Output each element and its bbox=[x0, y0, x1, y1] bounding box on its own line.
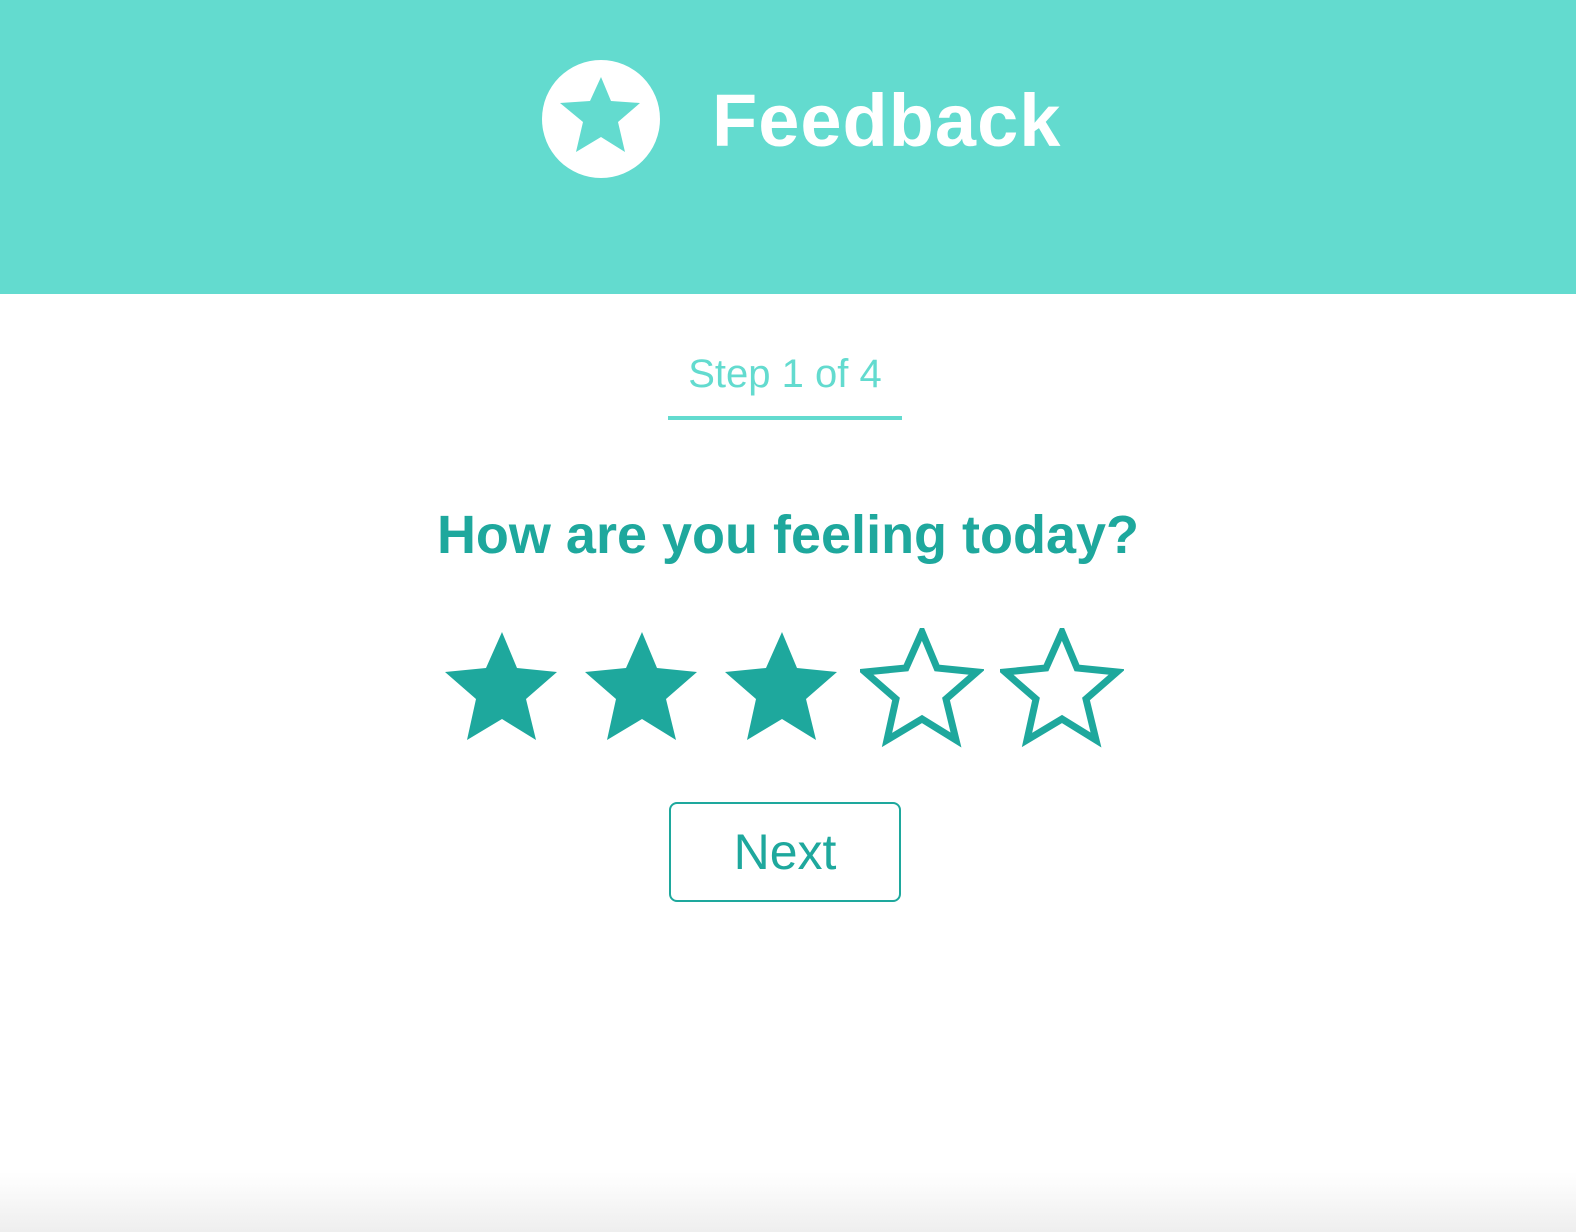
header-banner: Feedback bbox=[0, 0, 1576, 294]
step-underline bbox=[668, 416, 902, 420]
star-icon bbox=[560, 77, 640, 152]
star-outline-icon[interactable] bbox=[1000, 628, 1124, 748]
star-filled-icon[interactable] bbox=[580, 628, 704, 748]
next-button[interactable]: Next bbox=[669, 802, 901, 902]
star-rating[interactable] bbox=[440, 628, 1140, 748]
star-outline-icon[interactable] bbox=[860, 628, 984, 748]
star-filled-icon[interactable] bbox=[720, 628, 844, 748]
bottom-fade bbox=[0, 1172, 1576, 1232]
question-heading: How are you feeling today? bbox=[436, 505, 1140, 565]
star-filled-icon[interactable] bbox=[440, 628, 564, 748]
step-label: Step 1 of 4 bbox=[688, 352, 882, 396]
step-indicator: Step 1 of 4 bbox=[668, 350, 902, 422]
app-title: Feedback bbox=[712, 79, 1062, 162]
logo-badge bbox=[542, 60, 660, 178]
